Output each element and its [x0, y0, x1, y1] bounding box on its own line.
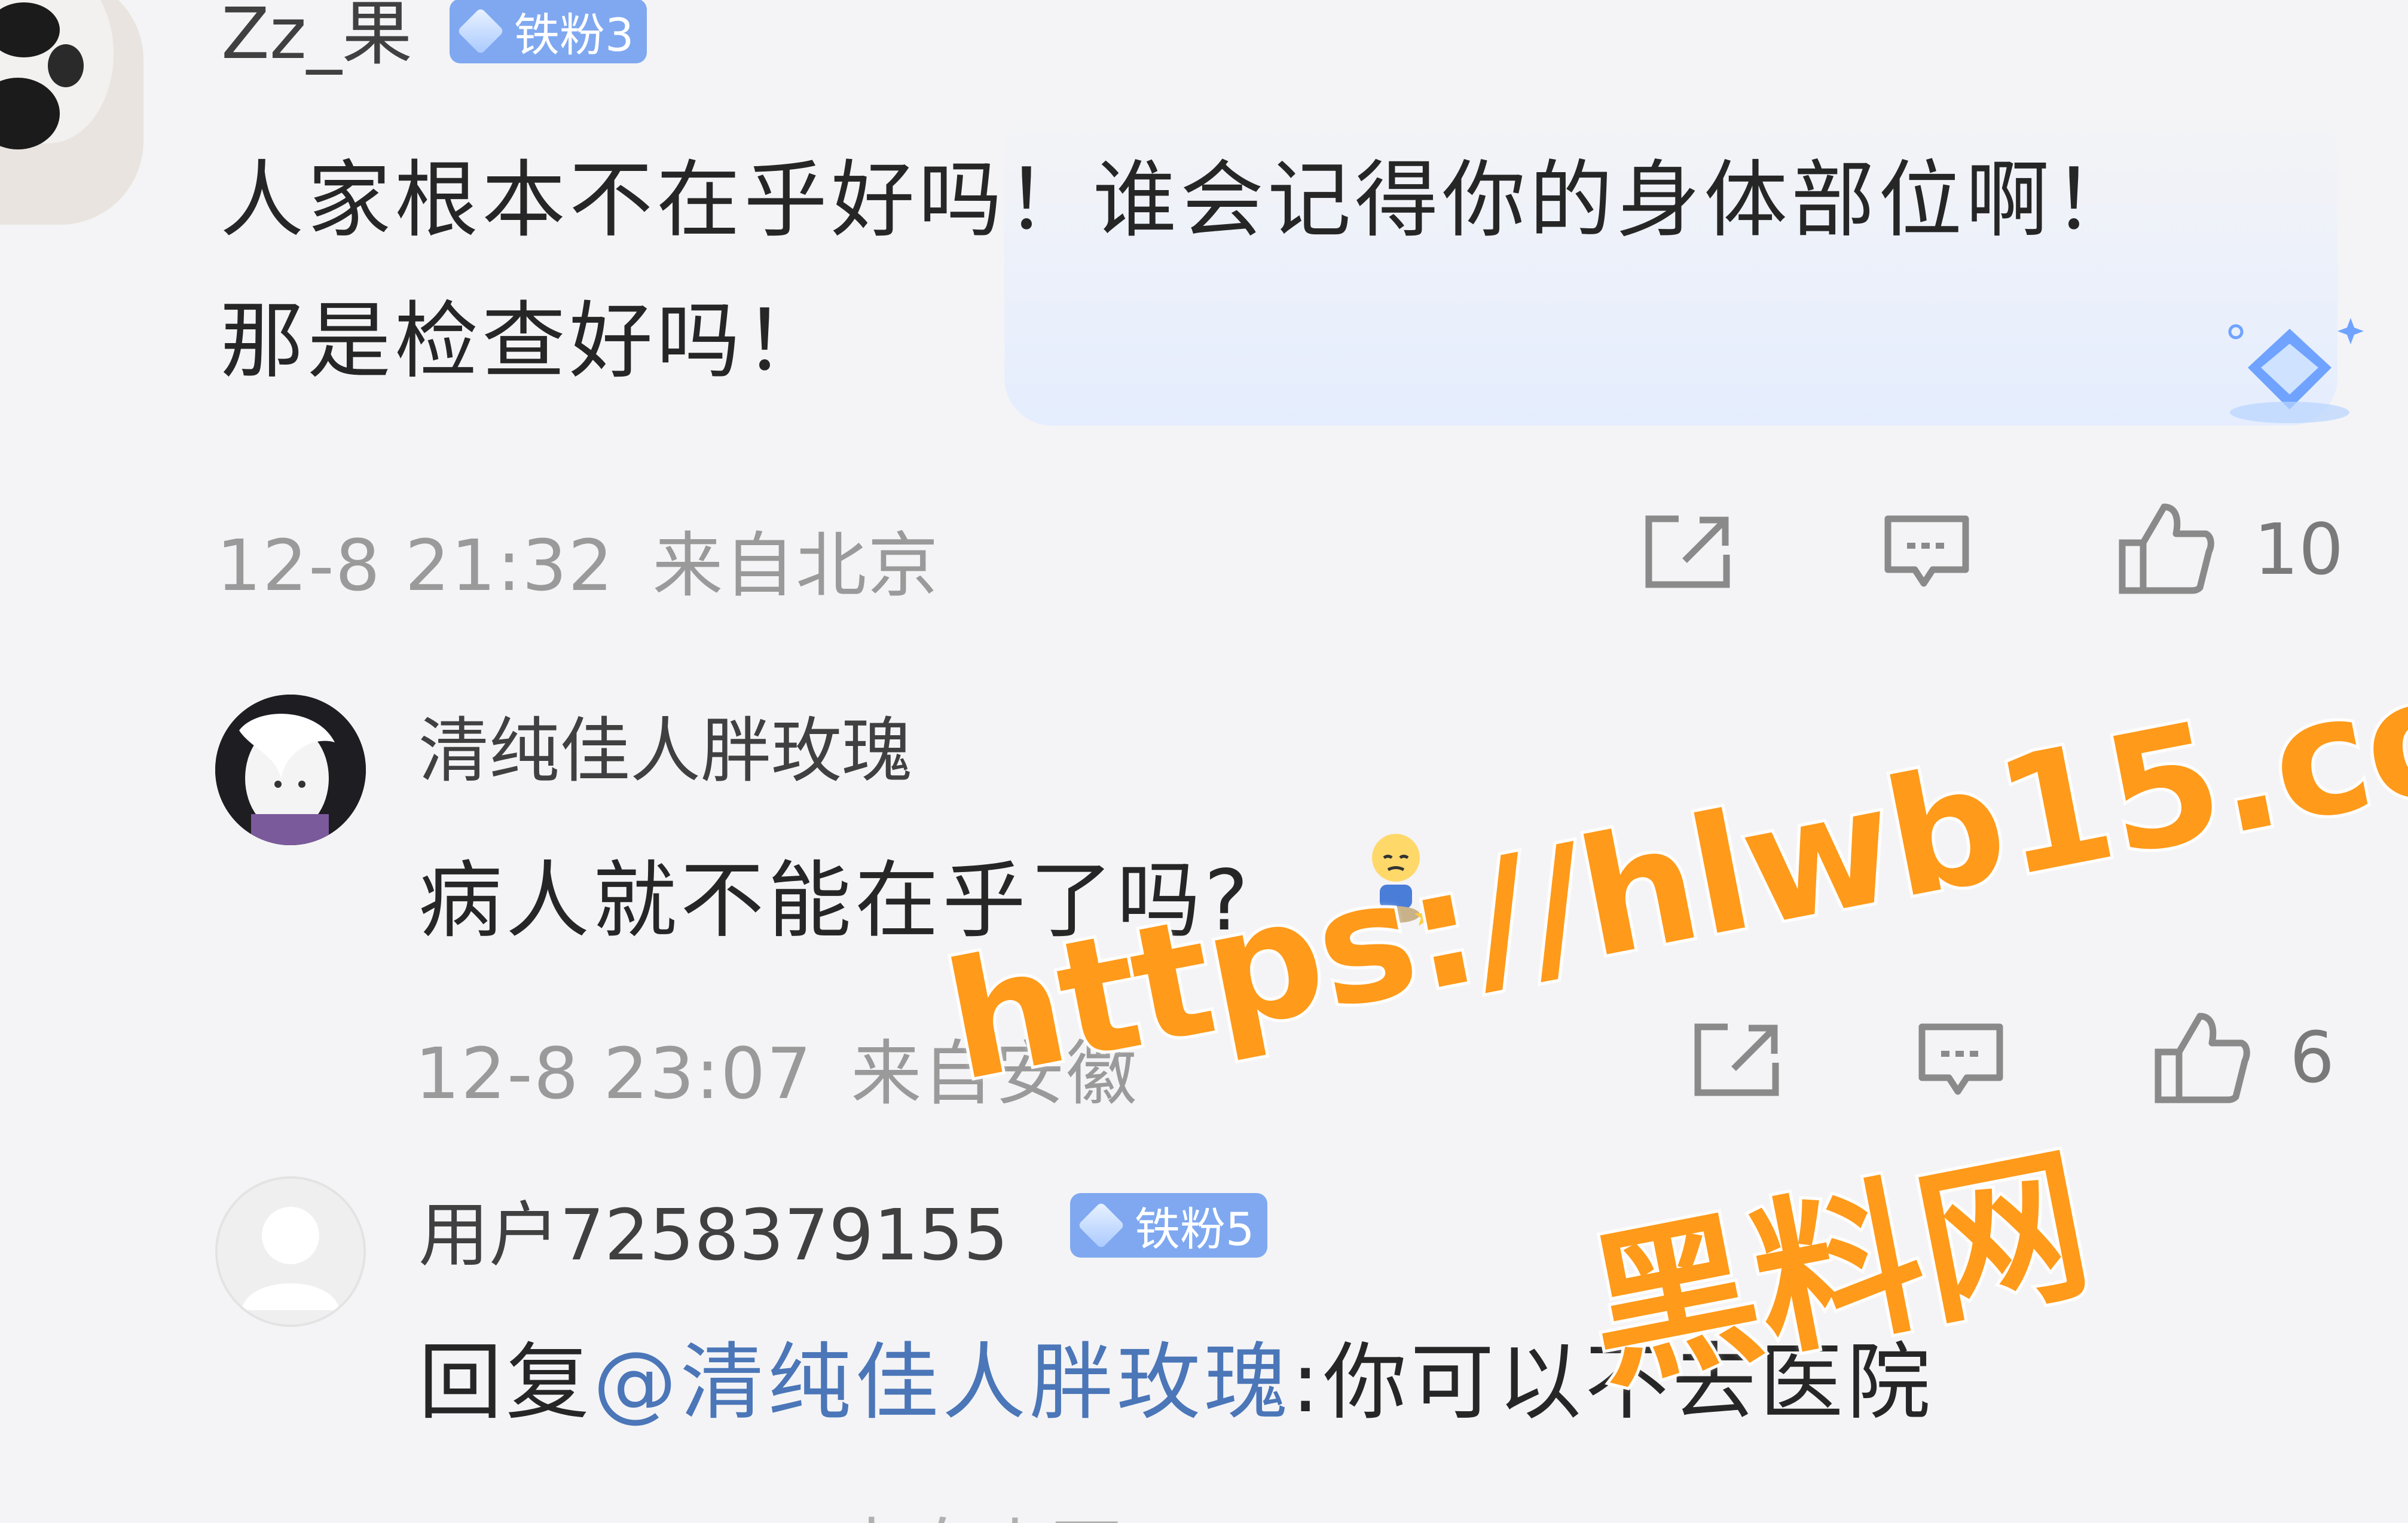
- like-count: 6: [2290, 1016, 2335, 1099]
- watermark-name: 黑料网: [1571, 1124, 2107, 1417]
- like-count: 10: [2254, 508, 2344, 591]
- diamond-icon: [2228, 318, 2364, 423]
- username[interactable]: 清纯佳人胖玫瑰: [418, 693, 912, 796]
- location: 来自北京: [652, 524, 940, 607]
- share-icon[interactable]: [1692, 1021, 1781, 1099]
- timestamp: 12-8 23:07: [415, 1032, 813, 1115]
- comment-meta: 12-8 21:32 来自北京: [216, 508, 939, 610]
- fan-badge[interactable]: 铁粉3: [450, 0, 647, 63]
- comment-text: 那是检查好吗！: [220, 293, 832, 390]
- comment-icon[interactable]: [1882, 513, 1972, 591]
- username[interactable]: 用户7258379155: [418, 1178, 1009, 1280]
- comment-feed: Zz_果 铁粉3 人家根本不在乎好吗！谁会记得你的身体部位啊！ 那是检查好吗！ …: [0, 0, 2408, 1523]
- username[interactable]: Zz_果: [221, 0, 412, 78]
- mention-link[interactable]: @清纯佳人胖玫瑰: [593, 1334, 1291, 1432]
- avatar[interactable]: [215, 695, 366, 845]
- thumbs-up-icon[interactable]: [2116, 501, 2218, 597]
- fan-badge[interactable]: 铁粉5: [1070, 1193, 1268, 1258]
- comment-icon[interactable]: [1916, 1021, 2006, 1099]
- timestamp: 12-8 21:32: [216, 524, 615, 607]
- badge-label: 铁粉3: [514, 8, 634, 62]
- avatar[interactable]: [0, 0, 143, 225]
- diamond-icon: [1077, 1201, 1125, 1249]
- comment-meta-cutoff: 12-8 23:24 来自山西: [415, 1494, 1123, 1523]
- diamond-icon: [457, 7, 505, 55]
- thumbs-up-icon[interactable]: [2152, 1010, 2254, 1106]
- comment-text: 人家根本不在乎好吗！谁会记得你的身体部位啊！: [220, 152, 2141, 249]
- share-icon[interactable]: [1643, 513, 1732, 591]
- reply-prefix: 回复: [418, 1334, 594, 1432]
- avatar[interactable]: [215, 1176, 366, 1327]
- badge-label: 铁粉5: [1135, 1203, 1255, 1256]
